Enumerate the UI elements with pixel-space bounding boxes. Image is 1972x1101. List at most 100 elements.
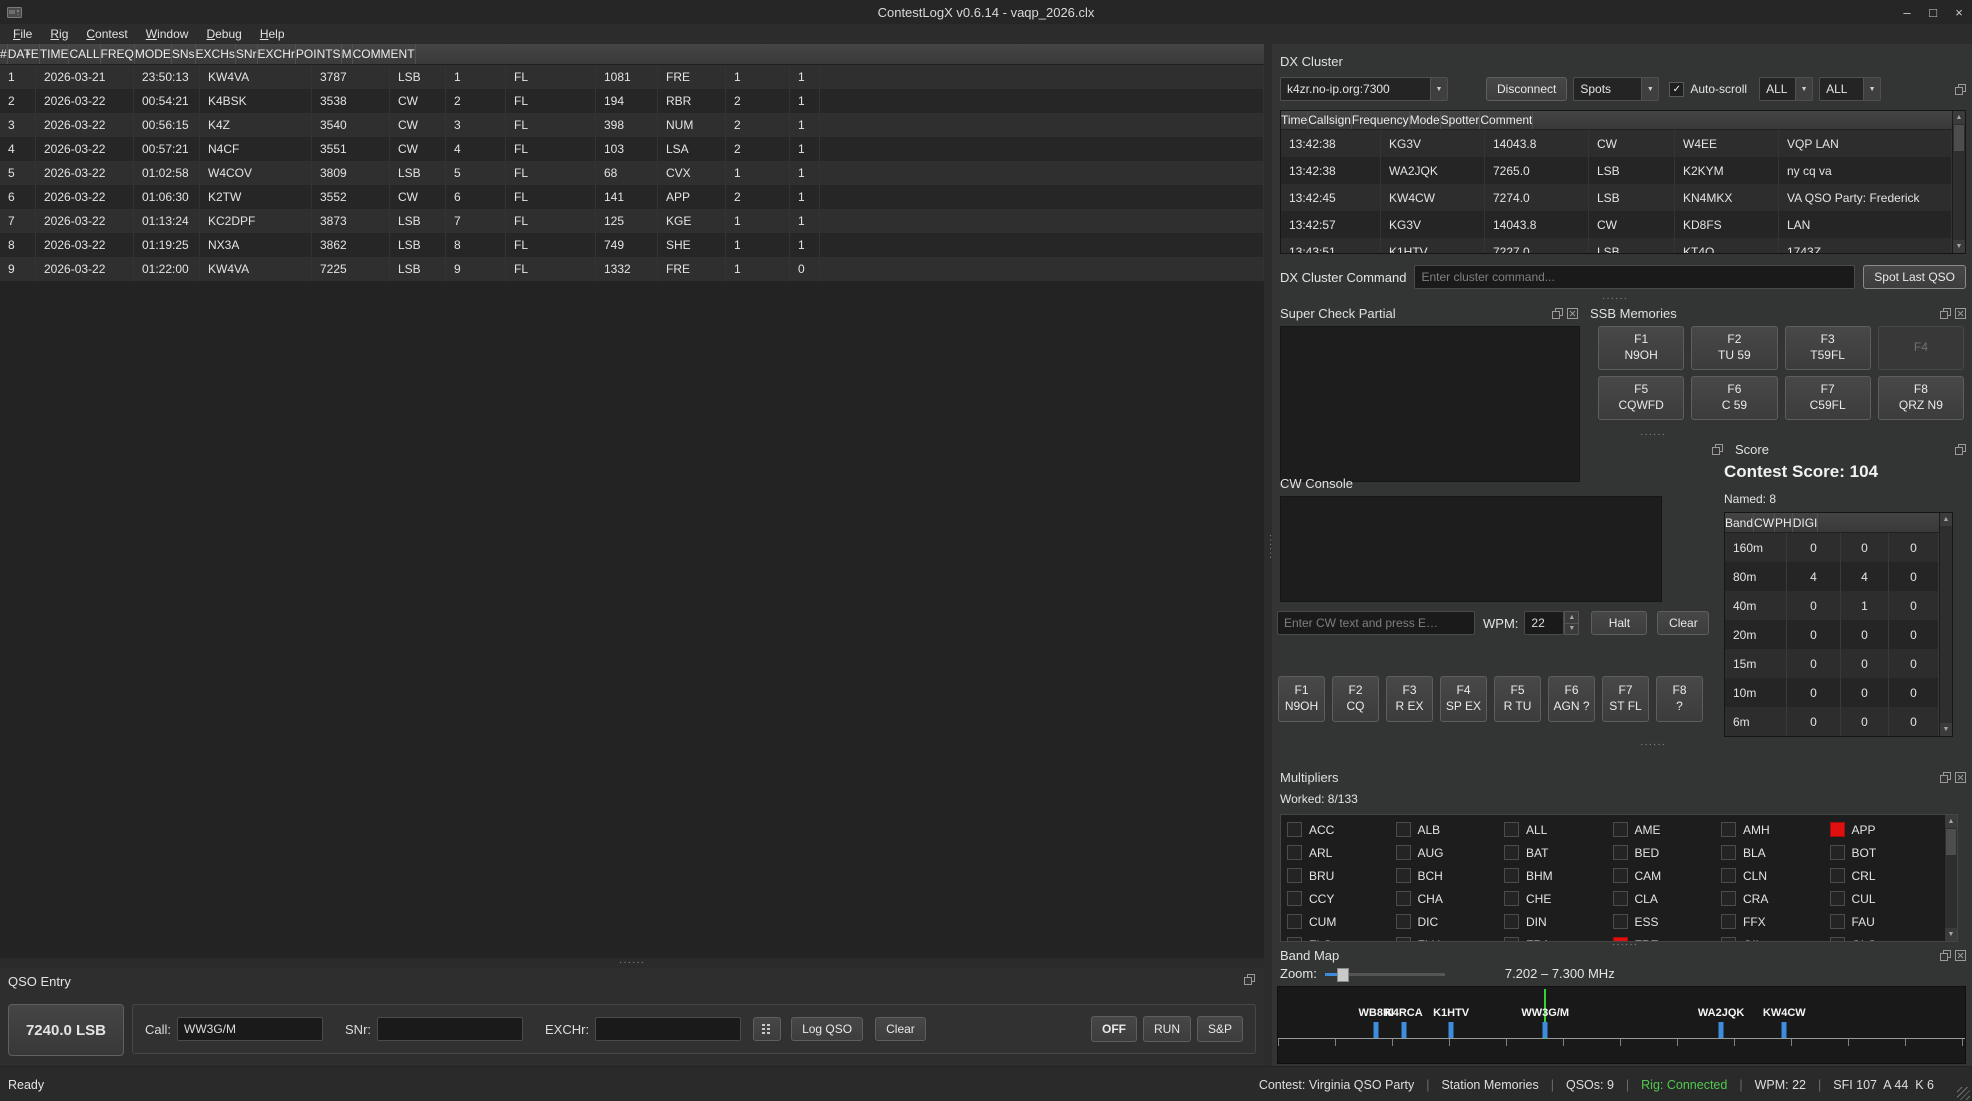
spot-row[interactable]: 13:42:45 KW4CW 7274.0 LSB KN4MKX VA QSO … xyxy=(1281,184,1952,211)
spot-row[interactable]: 13:42:38 KG3V 14043.8 CW W4EE VQP LAN xyxy=(1281,130,1952,157)
menu-item[interactable]: File xyxy=(4,26,41,42)
multiplier-checkbox[interactable] xyxy=(1396,937,1411,941)
multiplier-item[interactable]: FFX xyxy=(1721,910,1830,933)
multiplier-item[interactable]: ALB xyxy=(1396,818,1505,841)
exchr-input[interactable] xyxy=(595,1017,741,1041)
cw-clear-button[interactable]: Clear xyxy=(1657,611,1709,635)
popout-icon[interactable] xyxy=(1244,974,1255,985)
resize-grip[interactable] xyxy=(1957,1087,1970,1100)
table-row[interactable]: 4 2026-03-22 00:57:21 N4CF 3551 CW 4 FL … xyxy=(0,137,1264,161)
multiplier-checkbox[interactable] xyxy=(1830,868,1845,883)
multiplier-checkbox[interactable] xyxy=(1613,914,1628,929)
multiplier-item[interactable]: AMH xyxy=(1721,818,1830,841)
multiplier-checkbox[interactable] xyxy=(1287,891,1302,906)
popout-icon[interactable] xyxy=(1712,444,1723,455)
multiplier-item[interactable]: ARL xyxy=(1287,841,1396,864)
close-icon[interactable] xyxy=(1955,950,1966,961)
splitter-handle[interactable]: ······ xyxy=(1640,742,1666,748)
table-row[interactable]: 9 2026-03-22 01:22:00 KW4VA 7225 LSB 9 F… xyxy=(0,257,1264,281)
scroll-up-icon[interactable]: ▲ xyxy=(1940,513,1952,526)
spots-filter-select[interactable]: Spots ▼ xyxy=(1573,77,1659,101)
popout-icon[interactable] xyxy=(1552,308,1563,319)
multiplier-item[interactable]: BRU xyxy=(1287,864,1396,887)
ssb-memory-button[interactable]: F2 TU 59 xyxy=(1691,326,1777,370)
multiplier-checkbox[interactable] xyxy=(1396,914,1411,929)
horizontal-splitter[interactable]: ······ xyxy=(0,958,1264,968)
multiplier-item[interactable]: BLA xyxy=(1721,841,1830,864)
entry-clear-button[interactable]: Clear xyxy=(875,1017,926,1041)
scrollbar[interactable]: ▲ ▼ xyxy=(1944,815,1957,941)
multiplier-item[interactable]: CHA xyxy=(1396,887,1505,910)
multiplier-item[interactable]: FLU xyxy=(1396,933,1505,941)
splitter-handle[interactable]: ······ xyxy=(1602,296,1628,302)
band-filter-select[interactable]: ALL ▼ xyxy=(1759,77,1813,101)
spot-row[interactable]: 13:42:57 KG3V 14043.8 CW KD8FS LAN xyxy=(1281,211,1952,238)
multiplier-item[interactable]: CLA xyxy=(1613,887,1722,910)
snr-input[interactable] xyxy=(377,1017,523,1041)
wpm-value-input[interactable] xyxy=(1524,611,1564,635)
table-row[interactable]: 2 2026-03-22 00:54:21 K4BSK 3538 CW 2 FL… xyxy=(0,89,1264,113)
table-row[interactable]: 3 2026-03-22 00:56:15 K4Z 3540 CW 3 FL 3… xyxy=(0,113,1264,137)
multiplier-item[interactable]: AME xyxy=(1613,818,1722,841)
multiplier-item[interactable]: FRA xyxy=(1504,933,1613,941)
column-header[interactable]: # xyxy=(0,44,8,64)
keypad-icon[interactable] xyxy=(753,1017,781,1041)
column-header[interactable]: FREQ xyxy=(101,44,135,64)
multiplier-item[interactable]: ESS xyxy=(1613,910,1722,933)
menu-item[interactable]: Contest xyxy=(77,26,136,42)
multiplier-item[interactable]: DIC xyxy=(1396,910,1505,933)
multiplier-checkbox[interactable] xyxy=(1287,845,1302,860)
multiplier-item[interactable]: CUM xyxy=(1287,910,1396,933)
column-header[interactable]: SNr xyxy=(236,44,258,64)
off-mode-button[interactable]: OFF xyxy=(1091,1016,1137,1042)
multiplier-item[interactable]: FLO xyxy=(1287,933,1396,941)
multiplier-checkbox[interactable] xyxy=(1504,868,1519,883)
multiplier-item[interactable]: CHE xyxy=(1504,887,1613,910)
multiplier-checkbox[interactable] xyxy=(1287,822,1302,837)
menu-item[interactable]: Window xyxy=(137,26,198,42)
column-header[interactable]: SNs xyxy=(172,44,196,64)
multiplier-item[interactable]: BED xyxy=(1613,841,1722,864)
multiplier-checkbox[interactable] xyxy=(1287,937,1302,941)
column-header[interactable]: POINTS xyxy=(296,44,342,64)
column-header[interactable]: Spotter xyxy=(1441,111,1481,129)
scroll-down-icon[interactable]: ▼ xyxy=(1953,240,1965,253)
spot-marker[interactable] xyxy=(1543,1022,1548,1038)
multiplier-checkbox[interactable] xyxy=(1721,822,1736,837)
multiplier-checkbox[interactable] xyxy=(1721,891,1736,906)
multiplier-checkbox[interactable] xyxy=(1830,914,1845,929)
minimize-icon[interactable]: – xyxy=(1894,0,1920,24)
ssb-memory-button[interactable]: F6 C 59 xyxy=(1691,376,1777,420)
spot-row[interactable]: 13:42:38 WA2JQK 7265.0 LSB K2KYM ny cq v… xyxy=(1281,157,1952,184)
multiplier-checkbox[interactable] xyxy=(1721,868,1736,883)
spot-marker[interactable] xyxy=(1449,1022,1454,1038)
multiplier-checkbox[interactable] xyxy=(1613,822,1628,837)
multiplier-checkbox[interactable] xyxy=(1721,914,1736,929)
column-header[interactable]: TIME xyxy=(40,44,70,64)
multiplier-item[interactable]: DIN xyxy=(1504,910,1613,933)
column-header[interactable]: EXCHr xyxy=(258,44,296,64)
multiplier-item[interactable]: CRL xyxy=(1830,864,1939,887)
popout-icon[interactable] xyxy=(1955,444,1966,455)
multiplier-checkbox[interactable] xyxy=(1396,891,1411,906)
spot-callsign[interactable]: KW4CW xyxy=(1763,1007,1806,1019)
spot-marker[interactable] xyxy=(1401,1022,1406,1038)
multiplier-checkbox[interactable] xyxy=(1504,937,1519,941)
cw-memory-button[interactable]: F8 ? xyxy=(1656,676,1703,722)
scroll-down-icon[interactable]: ▼ xyxy=(1940,723,1952,736)
slider-handle[interactable] xyxy=(1337,968,1349,982)
spot-last-qso-button[interactable]: Spot Last QSO xyxy=(1863,265,1966,289)
spot-marker[interactable] xyxy=(1782,1022,1787,1038)
multiplier-checkbox[interactable] xyxy=(1830,845,1845,860)
zoom-slider[interactable] xyxy=(1325,967,1445,981)
spot-callsign[interactable]: WA2JQK xyxy=(1698,1007,1744,1019)
scrollbar-thumb[interactable] xyxy=(1946,829,1956,855)
column-header[interactable]: Callsign xyxy=(1308,111,1352,129)
popout-icon[interactable] xyxy=(1940,950,1951,961)
multiplier-checkbox[interactable] xyxy=(1396,822,1411,837)
spot-callsign[interactable]: WW3G/M xyxy=(1521,1007,1569,1019)
multiplier-checkbox[interactable] xyxy=(1504,891,1519,906)
spinner-up-icon[interactable]: ▲ xyxy=(1564,611,1579,624)
multiplier-item[interactable]: CCY xyxy=(1287,887,1396,910)
cw-memory-button[interactable]: F3 R EX xyxy=(1386,676,1433,722)
